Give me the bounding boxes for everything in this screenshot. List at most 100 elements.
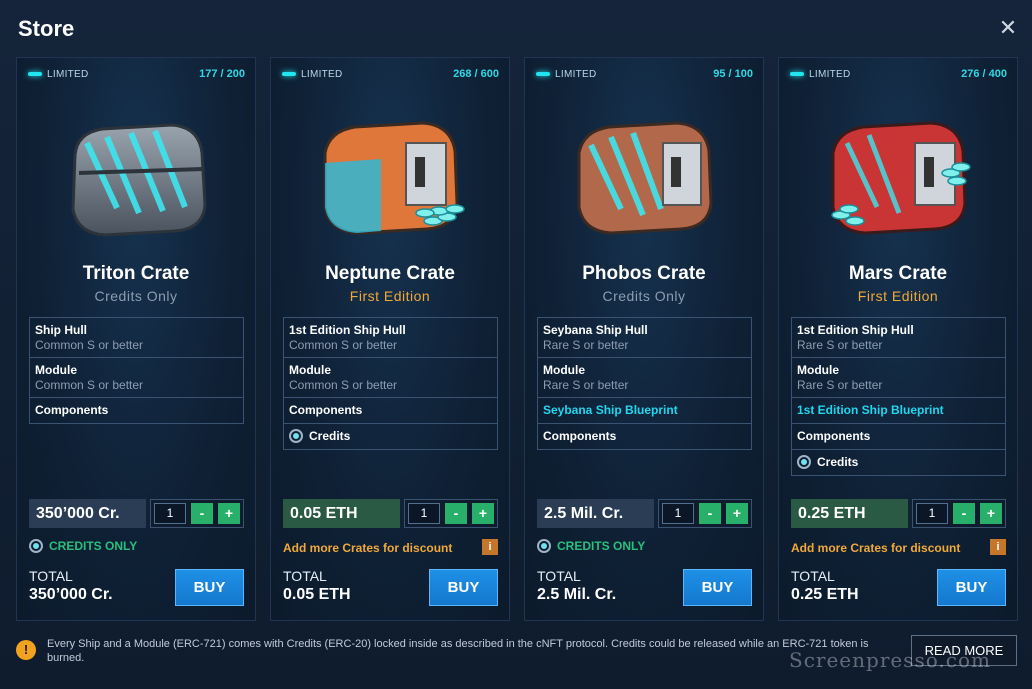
price-label: 0.05 ETH: [283, 499, 400, 528]
total-label: TOTAL: [29, 568, 73, 584]
crate-name: Mars Crate: [848, 263, 948, 284]
crate-subtitle: First Edition: [349, 288, 431, 304]
credits-coin-icon: [797, 455, 811, 469]
list-item: Components: [284, 398, 497, 424]
item-subtitle: Rare S or better: [543, 378, 629, 392]
crate-name: Triton Crate: [82, 263, 190, 284]
item-title: Module: [35, 363, 77, 377]
limited-badge: LIMITED: [47, 69, 89, 80]
limited-badge: LIMITED: [301, 69, 343, 80]
crate-name: Neptune Crate: [325, 263, 455, 284]
item-title: 1st Edition Ship Hull: [289, 323, 406, 337]
card-triton-crate: LIMITED 177 / 200 Triton Crate Credits O…: [16, 57, 256, 621]
item-title: Components: [35, 403, 109, 417]
watermark: Screenpresso.com: [789, 648, 991, 672]
total-label: TOTAL: [283, 568, 327, 584]
item-title: Components: [289, 403, 363, 417]
quantity-input[interactable]: 1: [154, 503, 186, 524]
card-mars-crate: LIMITED 276 / 400 Mars Crate First Editi…: [778, 57, 1018, 621]
quantity-input[interactable]: 1: [408, 503, 440, 524]
decrease-quantity-button[interactable]: -: [445, 503, 467, 524]
list-item: Components: [792, 424, 1005, 450]
limited-indicator-icon: [536, 72, 550, 76]
decrease-quantity-button[interactable]: -: [191, 503, 213, 524]
list-item: 1st Edition Ship Blueprint: [792, 398, 1005, 424]
card-header: LIMITED 268 / 600: [271, 58, 509, 92]
decrease-quantity-button[interactable]: -: [699, 503, 721, 524]
list-item: 1st Edition Ship Hull Rare S or better: [792, 318, 1005, 358]
item-title: Module: [797, 363, 839, 377]
crate-name: Phobos Crate: [582, 263, 706, 284]
stock-count: 177 / 200: [199, 68, 245, 80]
list-item: Seybana Ship Hull Rare S or better: [538, 318, 751, 358]
card-neptune-crate: LIMITED 268 / 600 Neptune Crate First Ed…: [270, 57, 510, 621]
list-item: 1st Edition Ship Hull Common S or better: [284, 318, 497, 358]
credits-only-note: CREDITS ONLY: [557, 539, 646, 553]
item-subtitle: Common S or better: [289, 378, 398, 392]
crate-cards: LIMITED 177 / 200 Triton Crate Credits O…: [16, 57, 1018, 621]
crate-subtitle: Credits Only: [602, 288, 686, 304]
limited-indicator-icon: [28, 72, 42, 76]
price-row: 0.05 ETH 1 - +: [283, 499, 498, 528]
info-icon[interactable]: i: [482, 539, 498, 555]
payment-note: Add more Crates for discount i: [283, 539, 498, 557]
item-subtitle: Rare S or better: [797, 338, 883, 352]
payment-note: Add more Crates for discount i: [791, 539, 1006, 557]
contents-list: 1st Edition Ship Hull Rare S or better M…: [791, 317, 1006, 476]
stock-count: 268 / 600: [453, 68, 499, 80]
item-subtitle: Common S or better: [35, 378, 144, 392]
card-header: LIMITED 95 / 100: [525, 58, 763, 92]
discount-note: Add more Crates for discount: [283, 541, 453, 555]
payment-note: CREDITS ONLY: [537, 539, 752, 557]
buy-button[interactable]: BUY: [683, 569, 752, 606]
increase-quantity-button[interactable]: +: [472, 503, 494, 524]
increase-quantity-button[interactable]: +: [218, 503, 240, 524]
limited-indicator-icon: [282, 72, 296, 76]
total-value: 0.25 ETH: [791, 586, 859, 603]
crate-subtitle: Credits Only: [94, 288, 178, 304]
quantity-stepper: 1 - +: [150, 499, 244, 528]
credits-coin-icon: [289, 429, 303, 443]
quantity-input[interactable]: 1: [662, 503, 694, 524]
blueprint-title: Seybana Ship Blueprint: [543, 403, 678, 417]
phobos-crate-image: [577, 121, 713, 235]
price-row: 0.25 ETH 1 - +: [791, 499, 1006, 528]
list-item: Credits: [284, 424, 497, 449]
increase-quantity-button[interactable]: +: [980, 503, 1002, 524]
card-header: LIMITED 177 / 200: [17, 58, 255, 92]
neptune-crate-image: [323, 121, 465, 235]
quantity-input[interactable]: 1: [916, 503, 948, 524]
quantity-stepper: 1 - +: [658, 499, 752, 528]
page-title: Store: [18, 16, 75, 41]
blueprint-title: 1st Edition Ship Blueprint: [797, 403, 944, 417]
buy-button[interactable]: BUY: [175, 569, 244, 606]
close-icon[interactable]: ✕: [998, 17, 1018, 39]
total-label: TOTAL: [537, 568, 581, 584]
limited-indicator-icon: [790, 72, 804, 76]
info-icon[interactable]: i: [990, 539, 1006, 555]
item-title: Ship Hull: [35, 323, 87, 337]
mars-crate-image: [831, 121, 971, 235]
warning-icon: !: [16, 640, 36, 660]
item-title: Module: [543, 363, 585, 377]
decrease-quantity-button[interactable]: -: [953, 503, 975, 524]
triton-crate-image: [71, 123, 207, 237]
stock-count: 276 / 400: [961, 68, 1007, 80]
price-label: 2.5 Mil. Cr.: [537, 499, 654, 528]
item-title: 1st Edition Ship Hull: [797, 323, 914, 337]
item-title: Credits: [309, 429, 351, 443]
contents-list: 1st Edition Ship Hull Common S or better…: [283, 317, 498, 450]
item-subtitle: Common S or better: [35, 338, 144, 352]
credits-only-note: CREDITS ONLY: [49, 539, 138, 553]
item-subtitle: Common S or better: [289, 338, 398, 352]
item-title: Components: [543, 429, 617, 443]
increase-quantity-button[interactable]: +: [726, 503, 748, 524]
buy-button[interactable]: BUY: [429, 569, 498, 606]
total-value: 350’000 Cr.: [29, 586, 113, 603]
total-label: TOTAL: [791, 568, 835, 584]
buy-button[interactable]: BUY: [937, 569, 1006, 606]
price-row: 350’000 Cr. 1 - +: [29, 499, 244, 528]
store-modal: Store ✕ LIMITED 177 / 200 Triton Crate C…: [0, 0, 1032, 689]
contents-list: Ship Hull Common S or better Module Comm…: [29, 317, 244, 424]
list-item: Module Common S or better: [284, 358, 497, 398]
